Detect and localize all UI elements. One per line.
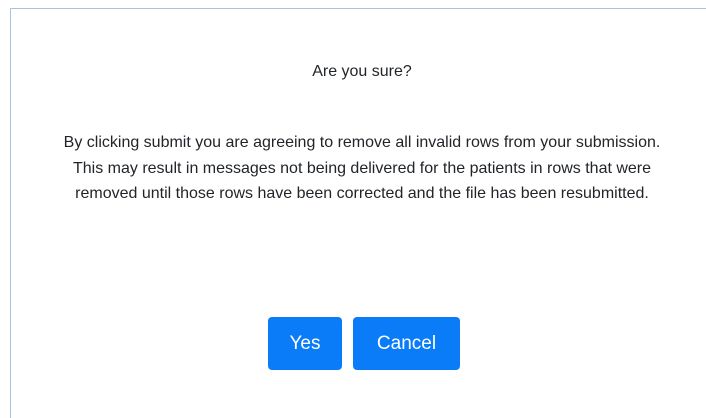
yes-button[interactable]: Yes: [268, 317, 342, 370]
dialog-message: By clicking submit you are agreeing to r…: [63, 134, 661, 202]
dialog-title: Are you sure?: [312, 63, 412, 80]
dialog-actions: Yes Cancel: [11, 317, 706, 370]
confirmation-dialog: Are you sure? By clicking submit you are…: [10, 8, 706, 418]
cancel-button[interactable]: Cancel: [353, 317, 460, 370]
